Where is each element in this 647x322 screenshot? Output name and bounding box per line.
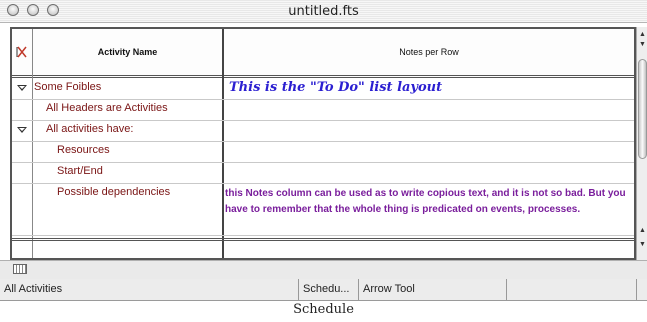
activity-name: Possible dependencies: [57, 186, 171, 198]
table-header: Activity Name Notes per Row: [12, 29, 634, 78]
table-row[interactable]: All activities have:: [12, 120, 634, 142]
schedule-tab[interactable]: Schedu...: [298, 279, 358, 300]
disclosure-triangle-icon[interactable]: [17, 85, 27, 91]
table-row[interactable]: Some Foibles This is the "To Do" list la…: [12, 78, 634, 100]
column-selector-icon[interactable]: [12, 29, 32, 75]
vertical-scrollbar[interactable]: ▲ ▼ ▲ ▼: [636, 27, 647, 260]
table-footer-divider: [12, 235, 634, 241]
figure-caption: Schedule: [293, 302, 354, 317]
status-bar: All Activities Schedu... Arrow Tool: [0, 279, 647, 301]
disclosure-triangle-icon[interactable]: [17, 127, 27, 133]
view-strip: [0, 260, 647, 280]
activity-name: Resources: [57, 144, 110, 156]
scroll-down-icon[interactable]: ▼: [639, 41, 646, 48]
column-header-activity-name[interactable]: Activity Name: [33, 29, 222, 75]
scrollbar-thumb[interactable]: [638, 59, 647, 159]
table-row[interactable]: Possible dependencies this Notes column …: [12, 183, 634, 236]
grid-view-icon[interactable]: [13, 264, 27, 274]
current-tool[interactable]: Arrow Tool: [358, 279, 506, 300]
activity-table: Activity Name Notes per Row Some Foibles…: [10, 27, 636, 260]
activity-name: All activities have:: [46, 123, 134, 135]
status-field: [506, 279, 636, 300]
table-row[interactable]: Resources: [12, 141, 634, 163]
title-bar[interactable]: untitled.fts: [0, 0, 647, 23]
activity-name: All Headers are Activities: [46, 102, 168, 114]
activity-name: Start/End: [57, 165, 103, 177]
scroll-up-icon[interactable]: ▲: [639, 31, 646, 38]
document-window: untitled.fts Activity Name Notes per Row…: [0, 0, 647, 301]
resize-grip-icon[interactable]: [636, 279, 647, 300]
row-note: This is the "To Do" list layout: [229, 80, 443, 95]
table-row[interactable]: All Headers are Activities: [12, 99, 634, 121]
column-header-notes[interactable]: Notes per Row: [224, 29, 634, 75]
view-selector[interactable]: All Activities: [0, 279, 298, 300]
activity-name: Some Foibles: [34, 81, 102, 93]
row-note: this Notes column can be used as to writ…: [225, 188, 626, 215]
scroll-down-icon[interactable]: ▼: [639, 241, 646, 248]
table-row[interactable]: Start/End: [12, 162, 634, 184]
scroll-up-icon[interactable]: ▲: [639, 227, 646, 234]
window-title: untitled.fts: [288, 4, 359, 19]
